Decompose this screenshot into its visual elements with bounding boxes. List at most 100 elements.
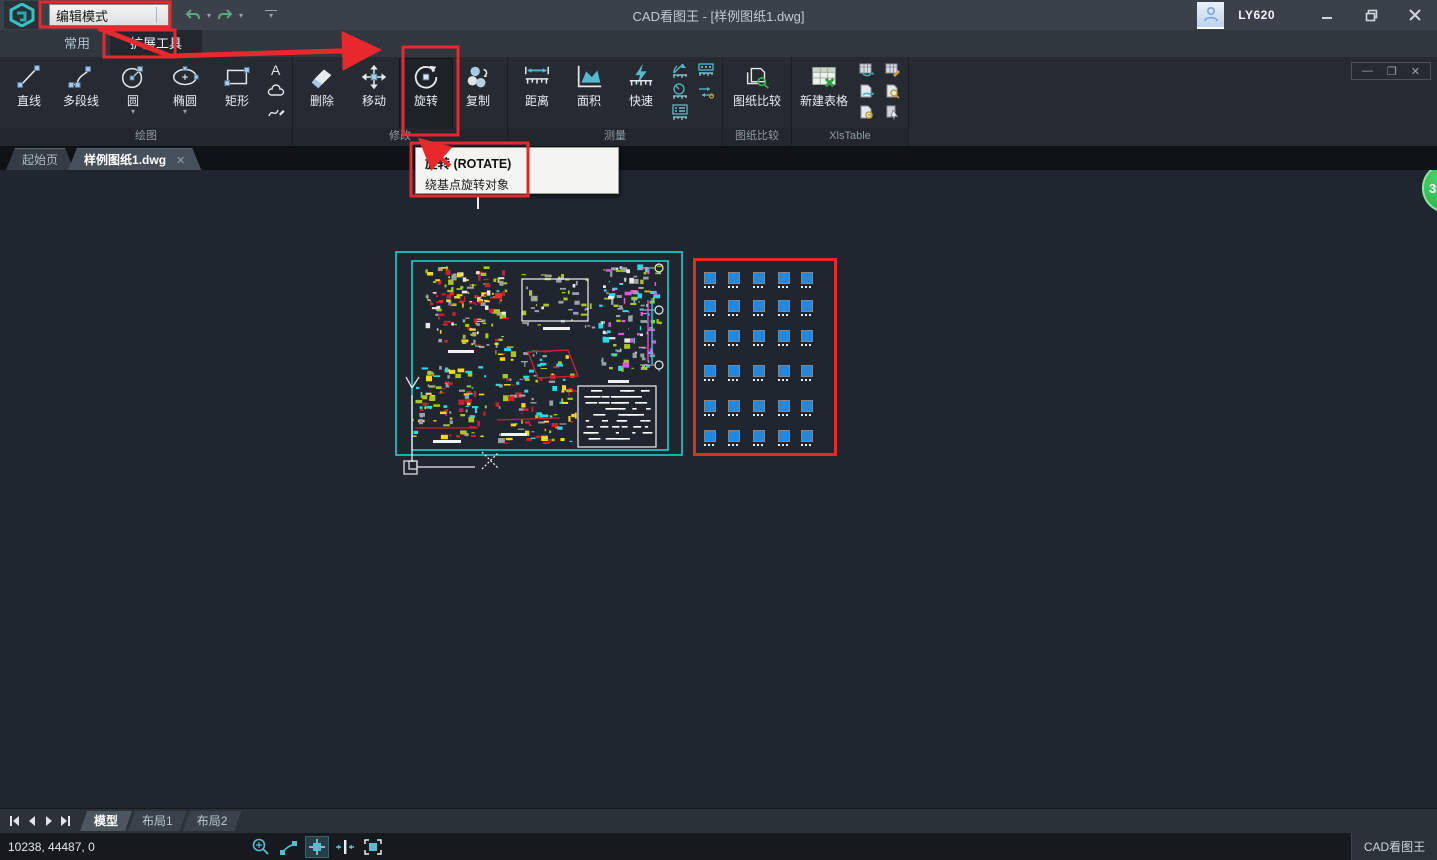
sheet-magnifier-icon	[884, 83, 901, 99]
doc-restore-button[interactable]: ❐	[1387, 65, 1397, 78]
area-icon	[573, 62, 605, 92]
erase-button[interactable]: 删除	[296, 59, 348, 128]
circle-button[interactable]: 圆 ▾	[107, 59, 159, 128]
align-measure-button[interactable]	[697, 83, 715, 101]
lightning-icon	[625, 62, 657, 92]
layout-tab-bar: 模型 布局1 布局2	[0, 808, 1437, 833]
doc-tab-start-page[interactable]: 起始页	[6, 148, 74, 170]
move-button[interactable]: 移动	[348, 59, 400, 128]
text-icon: A	[268, 62, 284, 78]
group-label-draw: 绘图	[0, 128, 292, 146]
rectangle-button[interactable]: 矩形	[211, 59, 263, 128]
radius-measure-button[interactable]	[671, 82, 689, 100]
prev-layout-button[interactable]	[25, 814, 38, 828]
revision-cloud-button[interactable]	[267, 82, 285, 100]
block-reference	[728, 430, 740, 446]
line-button[interactable]: 直线	[3, 59, 55, 128]
mode-select[interactable]: 编辑模式	[49, 4, 169, 26]
selection-frame-button[interactable]	[362, 837, 384, 857]
polyline-icon	[65, 62, 97, 92]
sheet-recognize-button[interactable]	[883, 82, 901, 100]
user-avatar[interactable]	[1197, 2, 1224, 29]
polyline-button[interactable]: 多段线	[55, 59, 107, 128]
drawing-canvas[interactable]: 39	[0, 170, 1437, 808]
restore-button[interactable]	[1349, 0, 1393, 30]
tab-extended-tools[interactable]: 扩展工具	[110, 30, 202, 57]
ruler-points-icon	[697, 62, 715, 78]
redo-button[interactable]	[215, 4, 235, 26]
doc-close-button[interactable]: ✕	[1411, 65, 1420, 78]
redo-dropdown[interactable]: ▾	[235, 11, 247, 20]
circle-icon	[117, 62, 149, 92]
layout-tab-layout2[interactable]: 布局2	[183, 811, 242, 831]
redo-icon	[217, 8, 233, 22]
drawing-compare-icon	[741, 62, 773, 92]
distance-button[interactable]: 距离	[511, 59, 563, 128]
person-icon	[1202, 5, 1220, 23]
layout-tab-model[interactable]: 模型	[80, 811, 132, 831]
block-reference	[704, 400, 716, 416]
undo-dropdown[interactable]: ▾	[203, 11, 215, 20]
block-reference	[704, 272, 716, 288]
freehand-button[interactable]	[267, 103, 285, 121]
doc-minimize-button[interactable]: —	[1362, 65, 1373, 77]
sheet-refresh-button[interactable]	[857, 82, 875, 100]
snap-mode-button[interactable]	[334, 837, 356, 857]
first-icon	[9, 816, 20, 826]
block-reference	[704, 365, 716, 381]
quick-measure-button[interactable]: 快速	[615, 59, 667, 128]
block-reference	[801, 330, 813, 346]
brand-label: CAD看图王	[1351, 833, 1437, 860]
block-reference	[778, 272, 790, 288]
mode-select-dropdown[interactable]	[156, 7, 166, 23]
area-button[interactable]: 面积	[563, 59, 615, 128]
table-edit-button[interactable]	[883, 61, 901, 79]
app-logo[interactable]	[4, 1, 40, 29]
quick-access-customize[interactable]: ▾	[265, 10, 277, 20]
rotate-button[interactable]: 旋转	[400, 59, 452, 128]
drawing-compare-button[interactable]: 图纸比较	[726, 59, 788, 128]
cursor-coordinates: 10238, 44487, 0	[0, 840, 250, 854]
ribbon-group-compare: 图纸比较 图纸比较	[723, 57, 792, 146]
coordinate-list-button[interactable]	[671, 103, 689, 121]
last-layout-button[interactable]	[59, 814, 72, 828]
zoom-mode-button[interactable]	[250, 837, 272, 857]
block-reference	[753, 330, 765, 346]
text-button[interactable]: A	[267, 61, 285, 79]
distance-icon	[521, 62, 553, 92]
crosshair-icon	[307, 838, 327, 856]
doc-tab-drawing[interactable]: 样例图纸1.dwg✕	[68, 148, 201, 170]
block-reference	[778, 430, 790, 446]
doc-tab-close-icon[interactable]: ✕	[176, 155, 185, 167]
ellipse-dropdown[interactable]: ▾	[183, 108, 187, 116]
close-button[interactable]	[1393, 0, 1437, 30]
sheet-select-button[interactable]	[883, 103, 901, 121]
ribbon-group-xlstable: 新建表格	[792, 57, 909, 146]
new-table-button[interactable]: 新建表格	[795, 59, 853, 128]
copy-button[interactable]: 复制	[452, 59, 504, 128]
angle-measure-button[interactable]	[671, 61, 689, 79]
ruler-points-button[interactable]	[697, 61, 715, 79]
crosshair-button[interactable]	[306, 837, 328, 857]
username-label: LY620	[1238, 8, 1275, 22]
layout-tab-layout1[interactable]: 布局1	[128, 811, 187, 831]
sheet-settings-button[interactable]	[857, 103, 875, 121]
tab-home[interactable]: 常用	[44, 30, 110, 57]
table-refresh-button[interactable]	[857, 61, 875, 79]
layout-nav-buttons	[0, 814, 80, 828]
next-layout-button[interactable]	[42, 814, 55, 828]
ribbon-group-measure: 距离 面积 快速	[508, 57, 723, 146]
circle-dropdown[interactable]: ▾	[131, 108, 135, 116]
minimize-button[interactable]	[1305, 0, 1349, 30]
cad-cube-logo-icon	[9, 3, 35, 27]
block-reference	[704, 430, 716, 446]
svg-text:A: A	[271, 62, 281, 78]
table-pencil-icon	[884, 62, 901, 78]
undo-button[interactable]	[183, 4, 203, 26]
ellipse-button[interactable]: 椭圆 ▾	[159, 59, 211, 128]
polyline-snap-button[interactable]	[278, 837, 300, 857]
block-reference	[801, 400, 813, 416]
sheet-gear-icon	[858, 104, 875, 120]
first-layout-button[interactable]	[8, 814, 21, 828]
titlebar: 编辑模式 ▾ ▾ ▾ CAD看图王 - [样例图纸1.dwg] LY620	[0, 0, 1437, 30]
